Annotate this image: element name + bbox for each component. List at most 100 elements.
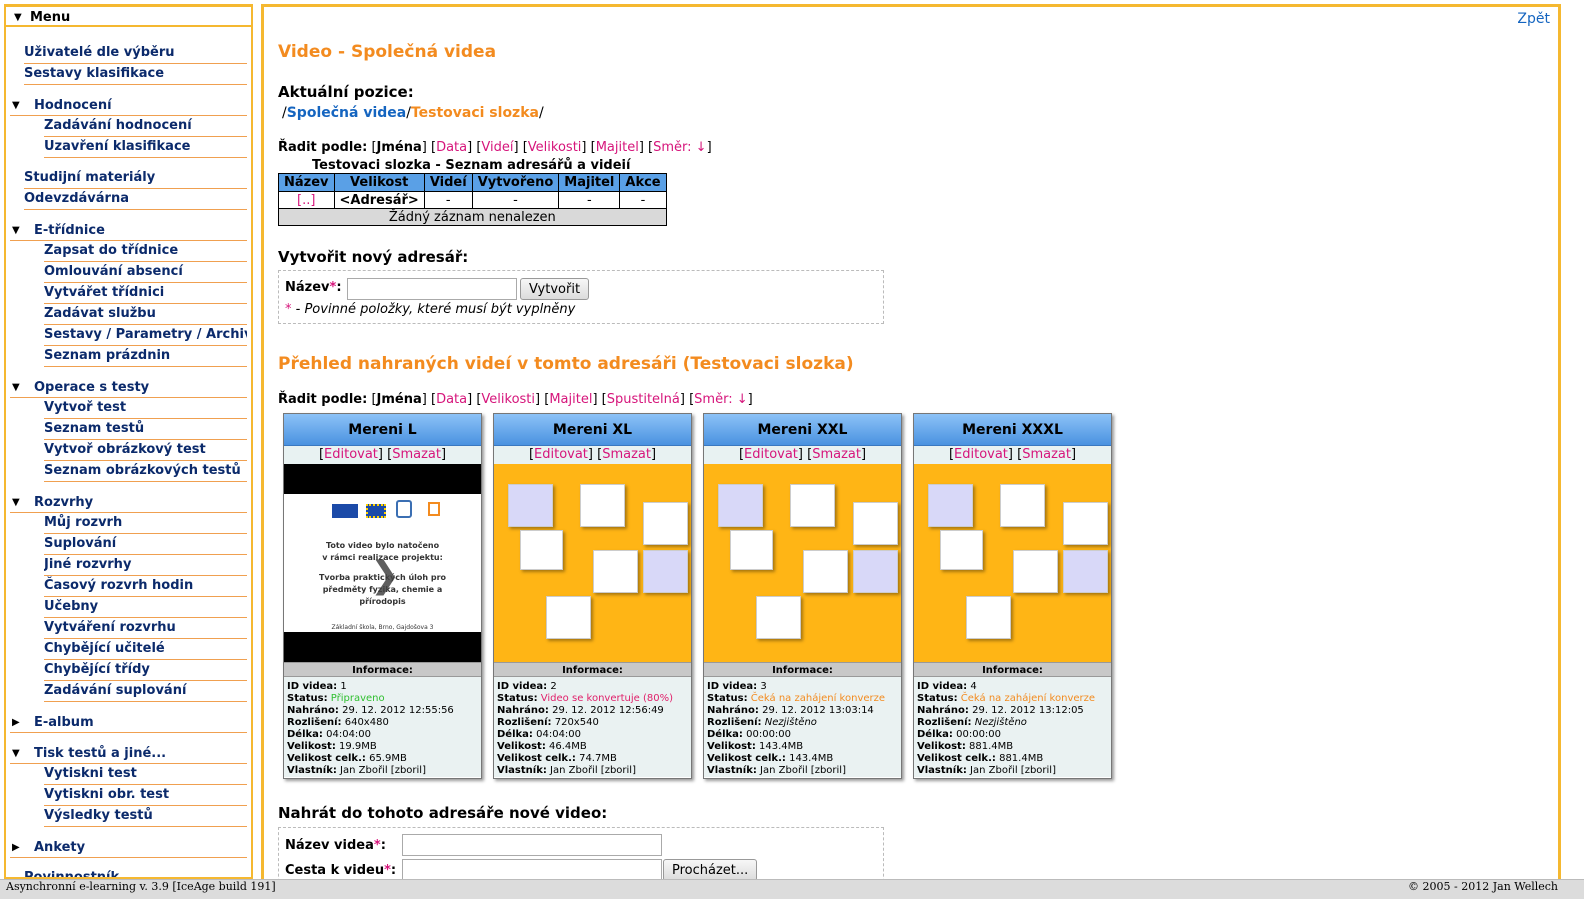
sidebar-item-vysledky-testu[interactable]: Výsledky testů <box>44 806 247 827</box>
sidebar-item-vytvareni-rozvrhu[interactable]: Vytváření rozvrhu <box>44 618 247 639</box>
triangle-down-icon[interactable]: ▼ <box>10 748 34 759</box>
sidebar-item-jine-rozvrhy[interactable]: Jiné rozvrhy <box>44 555 247 576</box>
edit-video-link[interactable]: Editovat <box>744 447 798 462</box>
sidebar-item-zadavat-sluzbu[interactable]: Zadávat službu <box>44 304 247 325</box>
sidebar-item-muj-rozvrh[interactable]: Můj rozvrh <box>44 513 247 534</box>
collapse-triangle-icon[interactable]: ▼ <box>14 12 26 23</box>
triangle-down-icon[interactable]: ▼ <box>10 382 34 393</box>
parent-dir-link[interactable]: [..] <box>297 193 315 208</box>
sidebar-item-uzavreni-klasifikace[interactable]: Uzavření klasifikace <box>44 137 247 158</box>
breadcrumb-root-link[interactable]: Společná videa <box>287 105 407 121</box>
triangle-right-icon[interactable]: ▶ <box>10 842 34 853</box>
sidebar-item-ucebny[interactable]: Učebny <box>44 597 247 618</box>
new-dir-name-input[interactable] <box>347 278 517 300</box>
sort-option-data[interactable]: [Data] <box>431 140 472 155</box>
play-icon[interactable]: ❯ <box>370 556 400 596</box>
sort-option-label[interactable]: Velikosti <box>481 392 535 407</box>
sidebar-item-zapsat-do-tridnice[interactable]: Zapsat do třídnice <box>44 241 247 262</box>
delete-video-link[interactable]: Smazat <box>392 447 441 462</box>
info-value: 881.4MB <box>969 741 1014 752</box>
sidebar-section-label: Tisk testů a jiné... <box>34 745 167 761</box>
sort-option-label[interactable]: Spustitelná <box>607 392 680 407</box>
sidebar-item-vytiskni-test[interactable]: Vytiskni test <box>44 764 247 785</box>
back-link[interactable]: Zpět <box>1517 11 1550 27</box>
sort-option-majitel[interactable]: [Majitel] <box>544 392 597 407</box>
sidebar-item-seznam-obrazkovych-testu[interactable]: Seznam obrázkových testů <box>44 461 247 482</box>
sort-option-smer[interactable]: [Směr: ↓] <box>689 392 753 407</box>
sidebar-item-vytvor-test[interactable]: Vytvoř test <box>44 398 247 419</box>
sidebar-item-omlouvani-absenci[interactable]: Omlouvání absencí <box>44 262 247 283</box>
sidebar-item-vytvor-obrazkovy-test[interactable]: Vytvoř obrázkový test <box>44 440 247 461</box>
triangle-right-icon[interactable]: ▶ <box>10 717 34 728</box>
triangle-down-icon[interactable]: ▼ <box>10 497 34 508</box>
video-thumbnail[interactable]: Toto video bylo natočeno v rámci realizac… <box>284 464 481 662</box>
sidebar-item-zadavani-hodnoceni[interactable]: Zadávání hodnocení <box>44 116 247 137</box>
sidebar-item-vytiskni-obr-test[interactable]: Vytiskni obr. test <box>44 785 247 806</box>
sidebar-item-seznam-prazdnin[interactable]: Seznam prázdnin <box>44 346 247 367</box>
video-path-input[interactable] <box>402 859 662 879</box>
triangle-down-icon[interactable]: ▼ <box>10 225 34 236</box>
sort-option-label[interactable]: Data <box>436 392 467 407</box>
edit-video-link[interactable]: Editovat <box>534 447 588 462</box>
sidebar-section-tisk-testu-a-jine[interactable]: ▼ Tisk testů a jiné... <box>10 743 247 764</box>
sort-option-smer[interactable]: [Směr: ↓] <box>648 140 712 155</box>
sort-option-data[interactable]: [Data] <box>431 392 472 407</box>
column-header-akce[interactable]: Akce <box>619 173 667 192</box>
triangle-down-icon[interactable]: ▼ <box>10 100 34 111</box>
sidebar-item-chybejici-ucitele[interactable]: Chybějící učitelé <box>44 639 247 660</box>
sort-option-label[interactable]: Data <box>436 140 467 155</box>
breadcrumb-current-link[interactable]: Testovaci slozka <box>411 105 539 121</box>
column-header-majitel[interactable]: Majitel <box>558 173 621 192</box>
edit-video-link[interactable]: Editovat <box>954 447 1008 462</box>
delete-video-link[interactable]: Smazat <box>602 447 651 462</box>
column-header-nazev[interactable]: Název <box>278 173 335 192</box>
sidebar-section-e-album[interactable]: ▶ E-album <box>10 712 247 733</box>
placeholder-tile <box>1063 502 1108 545</box>
new-dir-form: Název*: Vytvořit * - Povinné položky, kt… <box>278 270 884 324</box>
sidebar-section-ankety[interactable]: ▶ Ankety <box>10 837 247 858</box>
browse-button[interactable]: Procházet... <box>663 859 758 879</box>
sidebar-item-odevzdavarna[interactable]: Odevzdávárna <box>24 189 247 210</box>
column-header-videi[interactable]: Videí <box>423 173 473 192</box>
sidebar-item-sestavy-klasifikace[interactable]: Sestavy klasifikace <box>24 64 247 85</box>
info-label: Status: <box>707 693 748 704</box>
delete-video-link[interactable]: Smazat <box>812 447 861 462</box>
sidebar-item-seznam-testu[interactable]: Seznam testů <box>44 419 247 440</box>
sidebar-item-uzivatele-dle-vyberu[interactable]: Uživatelé dle výběru <box>24 43 247 64</box>
info-label: Velikost celk.: <box>287 753 366 764</box>
sort-option-label[interactable]: Směr: ↓ <box>694 392 747 407</box>
sidebar-item-povinnostnik[interactable]: Povinnostník <box>24 868 247 877</box>
sort-option-spustitelna[interactable]: [Spustitelná] <box>602 392 685 407</box>
sidebar-item-sestavy-parametry-archiv[interactable]: Sestavy / Parametry / Archiv <box>44 325 247 346</box>
sort-option-label[interactable]: Velikosti <box>528 140 582 155</box>
position-label: Aktuální pozice: <box>278 83 414 101</box>
sidebar-section-hodnoceni[interactable]: ▼ Hodnocení <box>10 95 247 116</box>
sort-option-label[interactable]: Videí <box>481 140 513 155</box>
column-header-velikost[interactable]: Velikost <box>333 173 425 192</box>
placeholder-tile <box>718 484 763 527</box>
sidebar-item-studijni-materialy[interactable]: Studijní materiály <box>24 168 247 189</box>
info-row-status: Status: Připraveno <box>287 693 478 705</box>
sort-option-velikosti[interactable]: [Velikosti] <box>476 392 540 407</box>
sort-option-majitel[interactable]: [Majitel] <box>591 140 644 155</box>
edit-video-link[interactable]: Editovat <box>324 447 378 462</box>
sort-option-label[interactable]: Směr: ↓ <box>653 140 706 155</box>
create-dir-button[interactable]: Vytvořit <box>520 278 590 300</box>
sidebar-item-vytvaret-tridnici[interactable]: Vytvářet třídnici <box>44 283 247 304</box>
video-frame-line: přírodopis <box>359 597 406 606</box>
sidebar-item-casovy-rozvrh-hodin[interactable]: Časový rozvrh hodin <box>44 576 247 597</box>
sidebar-item-chybejici-tridy[interactable]: Chybějící třídy <box>44 660 247 681</box>
sort-option-videi[interactable]: [Videí] <box>476 140 518 155</box>
sidebar-item-suplovani[interactable]: Suplování <box>44 534 247 555</box>
sidebar-item-zadavani-suplovani[interactable]: Zadávání suplování <box>44 681 247 702</box>
delete-video-link[interactable]: Smazat <box>1022 447 1071 462</box>
sidebar-section-rozvrhy[interactable]: ▼ Rozvrhy <box>10 492 247 513</box>
column-header-vytvoreno[interactable]: Vytvořeno <box>471 173 560 192</box>
sort-option-velikosti[interactable]: [Velikosti] <box>523 140 587 155</box>
video-name-input[interactable] <box>402 834 662 856</box>
sort-option-label[interactable]: Majitel <box>549 392 592 407</box>
sort-option-label[interactable]: Majitel <box>596 140 639 155</box>
sidebar-section-e-tridnice[interactable]: ▼ E-třídnice <box>10 220 247 241</box>
menu-header[interactable]: ▼ Menu <box>6 7 251 27</box>
sidebar-section-operace-s-testy[interactable]: ▼ Operace s testy <box>10 377 247 398</box>
